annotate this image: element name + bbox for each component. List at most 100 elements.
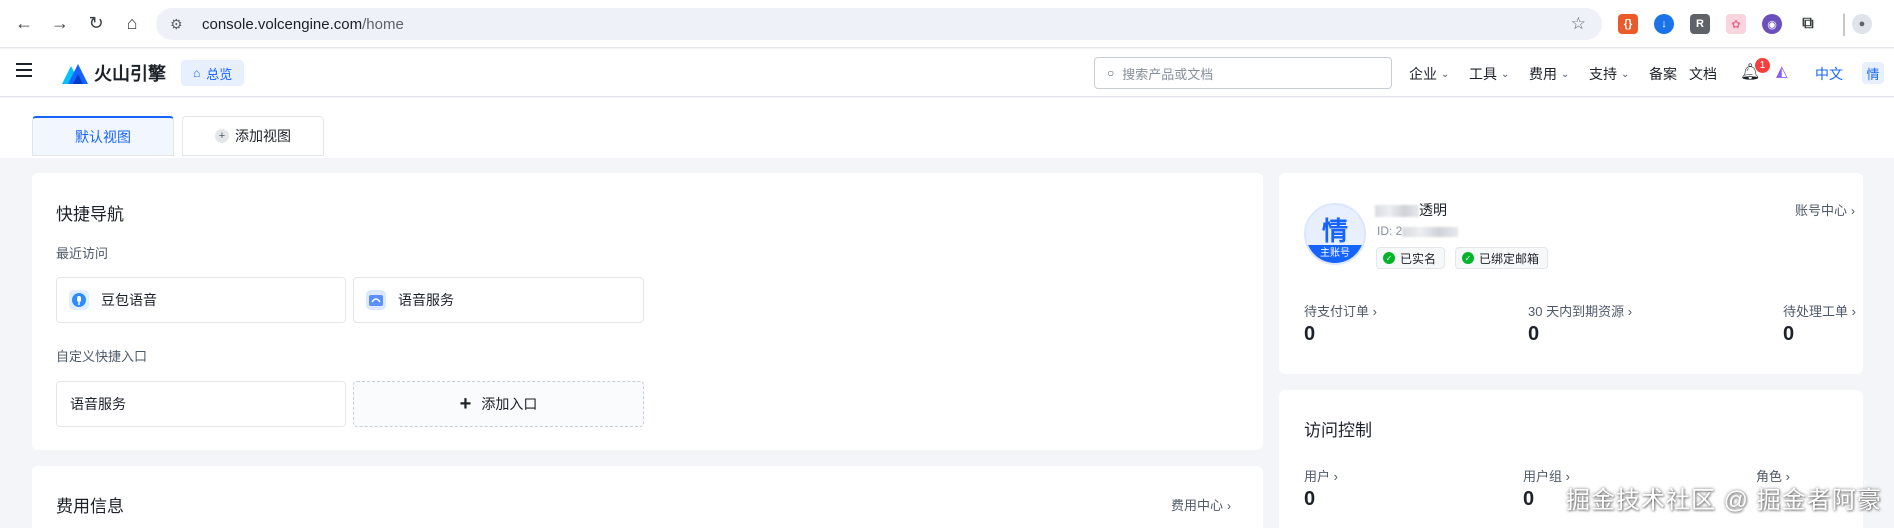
- add-view-label: 添加视图: [235, 128, 291, 144]
- users-value: 0: [1304, 488, 1316, 510]
- quick-nav-title: 快捷导航: [56, 205, 124, 224]
- pending-orders-link[interactable]: 待支付订单 ›: [1304, 301, 1377, 320]
- home-icon: ⌂: [193, 66, 201, 80]
- url-text[interactable]: console.volcengine.com/home: [202, 16, 404, 33]
- chevron-down-icon: ⌄: [1501, 68, 1510, 80]
- stat-label: 30 天内到期资源: [1528, 304, 1625, 319]
- entry-label: 豆包语音: [101, 292, 157, 308]
- account-name-suffix: 透明: [1419, 202, 1447, 218]
- account-id-prefix: ID: 2: [1377, 224, 1403, 238]
- add-entry-label: 添加入口: [481, 396, 538, 412]
- browser-toolbar: ← → ↻ ⌂ ⚙ console.volcengine.com/home ☆ …: [0, 0, 1894, 48]
- custom-entry-voice-service[interactable]: 语音服务: [56, 381, 346, 427]
- access-control-title: 访问控制: [1304, 421, 1372, 440]
- chevron-down-icon: ⌄: [1441, 68, 1450, 80]
- purple-extension-icon[interactable]: ◉: [1762, 14, 1782, 34]
- user-groups-link[interactable]: 用户组 ›: [1523, 466, 1570, 485]
- email-bound-tag: ✓ 已绑定邮箱: [1455, 247, 1549, 269]
- users-link[interactable]: 用户 ›: [1304, 466, 1338, 485]
- stat-label: 待处理工单: [1783, 304, 1849, 319]
- pending-tickets-value: 0: [1783, 323, 1795, 345]
- logo-text: 火山引擎: [94, 64, 166, 84]
- pink-extension-icon[interactable]: ✿: [1726, 14, 1746, 34]
- entry-label: 语音服务: [398, 292, 454, 308]
- code-extension-icon[interactable]: {}: [1618, 14, 1638, 34]
- link-docs[interactable]: 文档: [1689, 64, 1717, 84]
- stat-label: 待支付订单: [1304, 304, 1370, 319]
- chevron-right-icon: ›: [1372, 304, 1377, 319]
- back-icon[interactable]: ←: [10, 10, 38, 38]
- doubao-voice-icon: [69, 290, 89, 310]
- browser-profile-avatar[interactable]: ●: [1852, 14, 1872, 34]
- overview-button[interactable]: ⌂ 总览: [181, 60, 245, 86]
- chevron-right-icon: ›: [1851, 204, 1856, 218]
- recent-entry-voice-service[interactable]: 语音服务: [353, 277, 644, 323]
- billing-title: 费用信息: [56, 497, 124, 516]
- user-groups-value: 0: [1523, 488, 1535, 510]
- link-label: 费用中心: [1171, 498, 1224, 513]
- verified-tag: ✓ 已实名: [1376, 247, 1446, 269]
- extensions-puzzle-icon[interactable]: ⧉: [1798, 14, 1818, 34]
- stat-label: 用户组: [1523, 469, 1563, 484]
- expiring-resources-link[interactable]: 30 天内到期资源 ›: [1528, 301, 1632, 320]
- account-center-link[interactable]: 账号中心 ›: [1795, 200, 1855, 219]
- link-label: 账号中心: [1795, 203, 1848, 218]
- avatar-char: 情: [1321, 216, 1348, 246]
- menu-label: 工具: [1469, 66, 1497, 82]
- menu-label: 费用: [1529, 66, 1557, 82]
- link-filing[interactable]: 备案: [1649, 64, 1677, 84]
- chevron-down-icon: ⌄: [1621, 68, 1630, 80]
- download-extension-icon[interactable]: ↓: [1654, 14, 1674, 34]
- home-icon[interactable]: ⌂: [118, 10, 146, 38]
- site-settings-icon[interactable]: ⚙: [170, 16, 190, 33]
- custom-label: 自定义快捷入口: [56, 349, 148, 364]
- menu-icon[interactable]: [16, 63, 32, 77]
- reload-icon[interactable]: ↻: [82, 10, 110, 38]
- menu-support[interactable]: 支持 ⌄: [1589, 64, 1629, 84]
- add-entry-button[interactable]: + 添加入口: [353, 381, 644, 427]
- overview-label: 总览: [206, 66, 233, 82]
- entry-label: 语音服务: [70, 396, 126, 412]
- chevron-right-icon: ›: [1227, 499, 1232, 513]
- check-circle-icon: ✓: [1462, 252, 1474, 264]
- ai-assistant-icon[interactable]: ◭: [1776, 62, 1788, 80]
- app-header: 火山引擎 ⌂ 总览 ○ 搜索产品或文档 企业 ⌄ 工具 ⌄ 费用 ⌄ 支持 ⌄ 备案 文…: [0, 49, 1894, 97]
- bookmark-star-icon[interactable]: ☆: [1571, 14, 1586, 34]
- redacted-id: [1402, 226, 1459, 237]
- r-extension-icon[interactable]: R: [1690, 14, 1710, 34]
- main-account-badge: 主账号: [1306, 245, 1364, 263]
- search-input[interactable]: ○ 搜索产品或文档: [1094, 57, 1392, 89]
- account-card: [1279, 173, 1863, 374]
- search-icon: ○: [1107, 66, 1115, 80]
- tab-add-view[interactable]: + 添加视图: [182, 116, 324, 156]
- expiring-resources-value: 0: [1528, 323, 1540, 345]
- watermark-text: 掘金技术社区 @ 掘金者阿豪: [1566, 487, 1882, 514]
- chevron-down-icon: ⌄: [1561, 68, 1570, 80]
- menu-tools[interactable]: 工具 ⌄: [1469, 64, 1509, 84]
- billing-center-link[interactable]: 费用中心 ›: [1171, 495, 1231, 514]
- language-switch[interactable]: 中文: [1815, 64, 1843, 84]
- tag-label: 已绑定邮箱: [1479, 251, 1540, 266]
- menu-billing[interactable]: 费用 ⌄: [1529, 64, 1569, 84]
- tag-label: 已实名: [1400, 251, 1437, 266]
- volcengine-logo[interactable]: 火山引擎: [62, 60, 166, 86]
- stat-label: 用户: [1304, 469, 1331, 484]
- account-id: ID: 2: [1377, 224, 1459, 238]
- user-avatar[interactable]: 情: [1862, 62, 1884, 84]
- account-avatar: 情 主账号: [1304, 203, 1366, 265]
- address-bar[interactable]: ⚙ console.volcengine.com/home ☆: [156, 8, 1602, 40]
- recent-entry-doubao-voice[interactable]: 豆包语音: [56, 277, 346, 323]
- voice-service-icon: [366, 290, 386, 310]
- pending-tickets-link[interactable]: 待处理工单 ›: [1783, 301, 1856, 320]
- menu-label: 企业: [1409, 66, 1437, 82]
- tab-default-view[interactable]: 默认视图: [32, 116, 174, 156]
- menu-enterprise[interactable]: 企业 ⌄: [1409, 64, 1449, 84]
- notification-badge: 1: [1755, 58, 1770, 73]
- account-name: 透明: [1375, 200, 1447, 220]
- browser-divider: |: [1840, 10, 1848, 37]
- forward-icon[interactable]: →: [46, 10, 74, 38]
- recent-label: 最近访问: [56, 246, 109, 261]
- check-circle-icon: ✓: [1383, 252, 1395, 264]
- plus-icon: +: [215, 129, 229, 143]
- redacted-name: [1375, 205, 1419, 218]
